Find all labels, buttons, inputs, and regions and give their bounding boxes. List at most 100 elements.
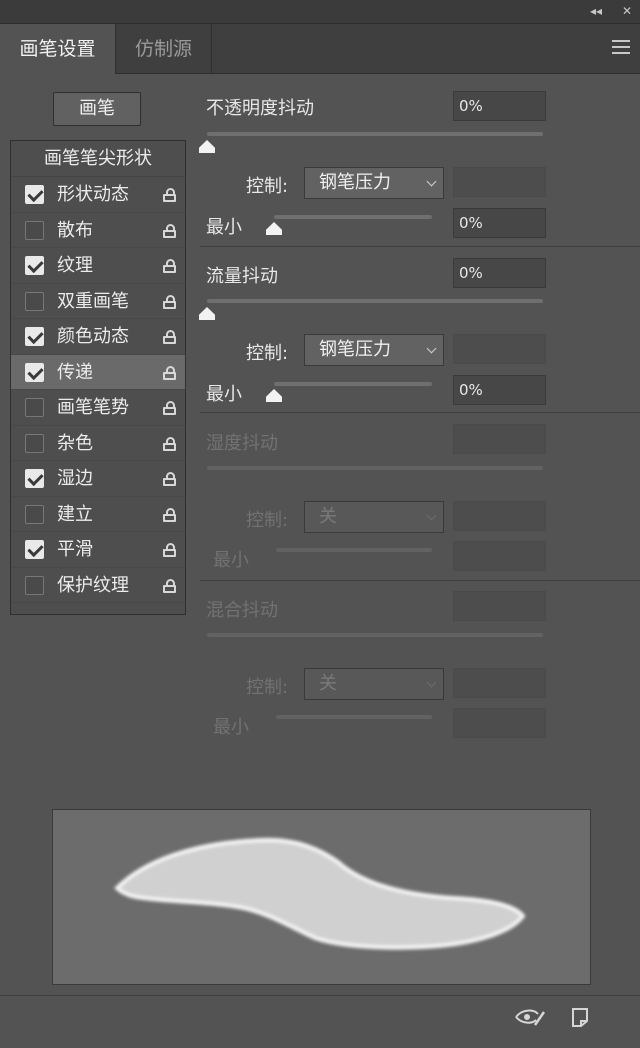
opacity-control-extra-field — [453, 167, 546, 197]
option-checkbox[interactable] — [25, 504, 44, 524]
mix-control-extra-field — [453, 668, 546, 698]
chevron-down-icon — [426, 176, 437, 187]
close-icon[interactable]: ✕ — [622, 4, 632, 18]
opacity-jitter-label: 不透明度抖动 — [206, 98, 314, 119]
wetness-min-slider — [276, 548, 432, 552]
lock-icon[interactable] — [163, 365, 176, 380]
brush-stroke-shape — [114, 837, 526, 950]
option-checkbox[interactable] — [25, 220, 44, 240]
lock-icon[interactable] — [163, 578, 176, 593]
chevron-down-icon — [426, 343, 437, 354]
brush-option-row[interactable]: 形状动态 — [11, 177, 185, 213]
lock-icon[interactable] — [163, 507, 176, 522]
opacity-min-label: 最小 — [206, 217, 242, 238]
brush-option-row[interactable]: 杂色 — [11, 426, 185, 461]
flow-jitter-slider[interactable] — [207, 299, 543, 303]
mix-min-slider — [276, 715, 432, 719]
opacity-min-field[interactable]: 0% — [453, 208, 546, 238]
brush-option-row[interactable]: 散布 — [11, 213, 185, 248]
lock-icon[interactable] — [163, 188, 176, 202]
brush-option-row[interactable]: 湿边 — [11, 461, 185, 497]
option-checkbox[interactable] — [25, 256, 44, 275]
option-checkbox[interactable] — [25, 327, 44, 346]
option-label[interactable]: 颜色动态 — [57, 319, 129, 354]
mix-control-label: 控制: — [246, 677, 289, 698]
brush-option-row[interactable]: 画笔笔势 — [11, 390, 185, 426]
wetness-jitter-field — [453, 424, 546, 454]
brush-presets-button[interactable]: 画笔 — [53, 92, 141, 126]
option-label[interactable]: 保护纹理 — [57, 568, 129, 603]
hamburger-menu-icon[interactable] — [612, 40, 630, 54]
brush-option-row[interactable]: 保护纹理 — [11, 568, 185, 603]
option-label[interactable]: 建立 — [57, 497, 93, 532]
lock-icon[interactable] — [163, 223, 176, 238]
option-checkbox[interactable] — [25, 291, 44, 311]
brush-option-row[interactable]: 平滑 — [11, 532, 185, 568]
tab-bar: 画笔设置 仿制源 — [0, 24, 640, 74]
new-brush-icon[interactable] — [571, 1006, 589, 1028]
option-label[interactable]: 散布 — [57, 213, 93, 248]
option-checkbox[interactable] — [25, 398, 44, 417]
option-label[interactable]: 传递 — [57, 355, 93, 390]
mix-jitter-label: 混合抖动 — [206, 600, 278, 621]
panel-footer — [0, 995, 640, 1040]
option-checkbox[interactable] — [25, 185, 44, 204]
tab-clone-source[interactable]: 仿制源 — [116, 24, 212, 74]
brush-option-row[interactable]: 双重画笔 — [11, 284, 185, 319]
chevron-down-icon — [426, 510, 437, 521]
opacity-jitter-field[interactable]: 0% — [453, 91, 546, 121]
eye-brush-icon[interactable] — [514, 1006, 546, 1028]
divider — [200, 246, 640, 247]
option-checkbox[interactable] — [25, 575, 44, 595]
flow-min-slider[interactable] — [274, 382, 432, 386]
flow-jitter-label: 流量抖动 — [206, 266, 278, 287]
opacity-control-value: 钢笔压力 — [319, 172, 391, 193]
collapse-icon[interactable]: ◂◂ — [590, 4, 602, 18]
brush-option-row[interactable]: 纹理 — [11, 248, 185, 284]
lock-icon[interactable] — [163, 401, 176, 415]
wetness-control-extra-field — [453, 501, 546, 531]
option-checkbox[interactable] — [25, 433, 44, 453]
option-checkbox[interactable] — [25, 469, 44, 488]
opacity-control-select[interactable]: 钢笔压力 — [304, 167, 444, 199]
divider — [200, 580, 640, 581]
brush-stroke-preview — [52, 809, 591, 985]
lock-icon[interactable] — [163, 294, 176, 309]
option-checkbox[interactable] — [25, 362, 44, 382]
mix-jitter-field — [453, 591, 546, 621]
lock-icon[interactable] — [163, 436, 176, 451]
brush-option-row[interactable]: 颜色动态 — [11, 319, 185, 355]
wetness-jitter-label: 湿度抖动 — [206, 433, 278, 454]
lock-icon[interactable] — [163, 543, 176, 557]
option-label[interactable]: 湿边 — [57, 461, 93, 496]
opacity-min-slider[interactable] — [274, 215, 432, 219]
flow-min-field[interactable]: 0% — [453, 375, 546, 405]
opacity-control-label: 控制: — [246, 176, 289, 197]
brush-options-list: 画笔笔尖形状 形状动态 散布 纹理 双重画笔 颜色动态 传递 画笔笔势 杂色 湿边 建立 平滑 保护纹… — [10, 140, 186, 615]
lock-icon[interactable] — [163, 472, 176, 486]
wetness-control-value: 关 — [319, 506, 337, 527]
opacity-jitter-slider[interactable] — [207, 132, 543, 136]
option-label[interactable]: 平滑 — [57, 532, 93, 567]
option-label[interactable]: 形状动态 — [57, 177, 129, 212]
brush-option-row[interactable]: 建立 — [11, 497, 185, 532]
panel-title-bar: ◂◂ ✕ — [0, 0, 640, 24]
brush-option-row[interactable]: 传递 — [11, 354, 185, 390]
lock-icon[interactable] — [163, 259, 176, 273]
wetness-min-field — [453, 541, 546, 571]
lock-icon[interactable] — [163, 330, 176, 344]
option-label[interactable]: 杂色 — [57, 426, 93, 461]
flow-control-extra-field — [453, 334, 546, 364]
option-label[interactable]: 画笔笔势 — [57, 390, 129, 425]
flow-control-select[interactable]: 钢笔压力 — [304, 334, 444, 366]
flow-min-label: 最小 — [206, 384, 242, 405]
option-checkbox[interactable] — [25, 540, 44, 559]
option-label[interactable]: 纹理 — [57, 248, 93, 283]
option-label[interactable]: 双重画笔 — [57, 284, 129, 319]
flow-control-value: 钢笔压力 — [319, 339, 391, 360]
divider — [200, 412, 640, 413]
tab-brush-settings[interactable]: 画笔设置 — [0, 24, 116, 74]
wetness-control-select: 关 — [304, 501, 444, 533]
brush-tip-shape-item[interactable]: 画笔笔尖形状 — [11, 141, 185, 177]
flow-jitter-field[interactable]: 0% — [453, 258, 546, 288]
